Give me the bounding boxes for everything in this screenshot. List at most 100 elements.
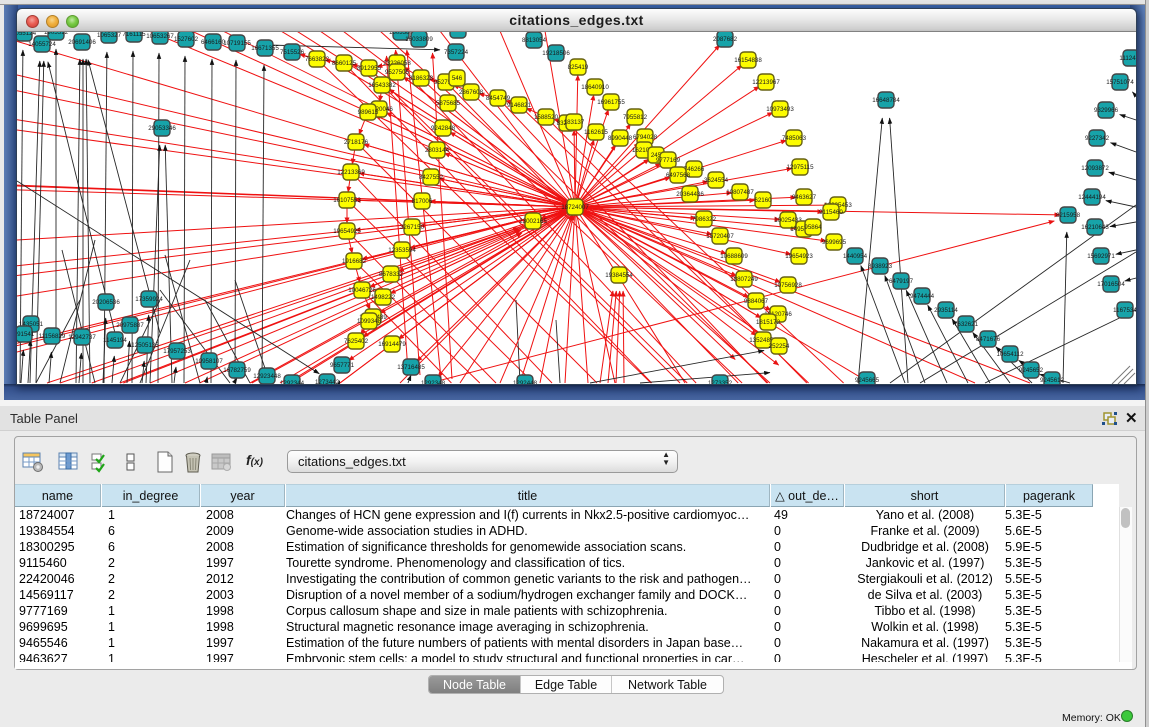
svg-text:12505135: 12505135 — [131, 342, 159, 349]
svg-text:12444194: 12444194 — [1078, 194, 1106, 201]
svg-text:1916682: 1916682 — [342, 258, 367, 265]
svg-text:2935114: 2935114 — [934, 307, 958, 314]
svg-text:2055124: 2055124 — [17, 32, 37, 37]
svg-text:16961755: 16961755 — [597, 99, 625, 106]
svg-text:12923448: 12923448 — [253, 373, 281, 380]
svg-text:8660125: 8660125 — [332, 60, 357, 67]
svg-text:1099348: 1099348 — [357, 318, 382, 325]
svg-text:9463627: 9463627 — [792, 194, 817, 201]
svg-text:8938923: 8938923 — [868, 263, 893, 270]
svg-text:16154838: 16154838 — [734, 57, 762, 64]
svg-text:16543382: 16543382 — [368, 82, 396, 89]
svg-text:9242848: 9242848 — [431, 125, 456, 132]
svg-text:546: 546 — [452, 75, 463, 82]
svg-text:17016504: 17016504 — [1097, 281, 1125, 288]
svg-text:18640910: 18640910 — [581, 84, 609, 91]
svg-text:20691406: 20691406 — [68, 39, 96, 46]
svg-text:2087682: 2087682 — [713, 36, 738, 43]
svg-text:16782759: 16782759 — [223, 367, 251, 374]
svg-text:9329966: 9329966 — [1094, 107, 1119, 114]
svg-text:9474444: 9474444 — [910, 293, 935, 300]
svg-text:11156829: 11156829 — [39, 333, 66, 340]
svg-text:6497568: 6497568 — [666, 172, 691, 179]
svg-text:16914479: 16914479 — [378, 341, 406, 348]
svg-text:1035809: 1035809 — [446, 32, 471, 34]
svg-text:10958107: 10958107 — [195, 358, 223, 365]
svg-text:7515526: 7515526 — [280, 49, 305, 56]
svg-text:1112484: 1112484 — [1119, 55, 1136, 62]
svg-text:62160: 62160 — [754, 197, 772, 204]
svg-text:7161115: 7161115 — [122, 32, 146, 38]
svg-text:1273352: 1273352 — [708, 380, 733, 384]
svg-text:8454749: 8454749 — [486, 95, 511, 102]
svg-text:29053346: 29053346 — [148, 125, 176, 132]
svg-text:12213967: 12213967 — [752, 79, 780, 86]
svg-text:9245612: 9245612 — [1040, 377, 1065, 384]
svg-text:95864: 95864 — [804, 224, 822, 231]
svg-text:9115460: 9115460 — [819, 209, 843, 216]
svg-text:3267150: 3267150 — [400, 224, 425, 231]
svg-text:989615: 989615 — [358, 109, 379, 116]
svg-text:12353594: 12353594 — [388, 247, 416, 254]
svg-text:8471676: 8471676 — [976, 336, 1001, 343]
svg-text:8990448: 8990448 — [608, 135, 633, 142]
svg-text:8427552: 8427552 — [419, 174, 444, 181]
svg-text:1292348: 1292348 — [421, 380, 446, 384]
svg-text:1065327: 1065327 — [97, 32, 122, 39]
svg-text:9245665: 9245665 — [855, 377, 880, 384]
svg-text:7485063: 7485063 — [782, 135, 807, 142]
svg-text:6466160: 6466160 — [201, 39, 226, 46]
svg-text:15692971: 15692971 — [1087, 253, 1115, 260]
svg-text:9146821: 9146821 — [507, 102, 532, 109]
svg-text:23002165: 23002165 — [519, 218, 547, 225]
svg-text:7357224: 7357224 — [444, 49, 469, 56]
svg-text:10756928: 10756928 — [774, 282, 802, 289]
svg-text:7663822: 7663822 — [305, 56, 330, 63]
svg-text:16033809: 16033809 — [405, 36, 433, 43]
svg-text:1273442: 1273442 — [315, 379, 340, 384]
svg-text:183137: 183137 — [564, 119, 585, 126]
svg-text:1815172: 1815172 — [756, 319, 781, 326]
svg-text:7955812: 7955812 — [623, 114, 648, 121]
svg-text:19218506: 19218506 — [542, 50, 570, 57]
svg-text:9245652: 9245652 — [1019, 367, 1044, 374]
svg-text:10046726: 10046726 — [348, 287, 376, 294]
svg-text:1167534: 1167534 — [1113, 307, 1136, 314]
svg-text:5875685: 5875685 — [436, 100, 461, 107]
svg-text:1292344: 1292344 — [280, 380, 305, 384]
svg-text:7625402: 7625402 — [344, 338, 369, 345]
svg-text:8678332: 8678332 — [379, 271, 404, 278]
svg-text:9884067: 9884067 — [744, 298, 769, 305]
svg-text:7986322: 7986322 — [692, 216, 717, 223]
svg-text:13716485: 13716485 — [397, 364, 425, 371]
svg-text:7632621: 7632621 — [954, 321, 979, 328]
svg-text:10719155: 10719155 — [223, 40, 251, 47]
svg-text:817006: 817006 — [412, 198, 433, 205]
svg-text:16648784: 16648784 — [872, 97, 900, 104]
svg-text:12093872: 12093872 — [1081, 165, 1109, 172]
svg-text:8186328: 8186328 — [409, 75, 434, 82]
svg-text:825419: 825419 — [568, 64, 589, 71]
svg-text:6794028: 6794028 — [633, 134, 658, 141]
svg-text:15751074: 15751074 — [1106, 79, 1134, 86]
svg-text:1440954: 1440954 — [843, 253, 868, 260]
svg-text:10973493: 10973493 — [766, 106, 794, 113]
svg-text:252254: 252254 — [769, 343, 790, 350]
svg-text:6479197: 6479197 — [889, 278, 914, 285]
svg-text:2718176: 2718176 — [344, 139, 369, 146]
svg-text:19654923: 19654923 — [785, 253, 813, 260]
svg-text:20206536: 20206536 — [92, 299, 120, 306]
svg-text:10807487: 10807487 — [726, 189, 754, 196]
svg-text:9527505: 9527505 — [385, 69, 410, 76]
svg-text:19384554: 19384554 — [605, 272, 633, 279]
svg-text:2803144: 2803144 — [425, 147, 450, 154]
svg-text:2867608: 2867608 — [459, 89, 484, 96]
svg-text:12975115: 12975115 — [786, 164, 814, 171]
svg-text:10654112: 10654112 — [996, 351, 1024, 358]
svg-text:18724007: 18724007 — [561, 204, 589, 211]
svg-text:10653267: 10653267 — [146, 33, 174, 40]
svg-text:16210643: 16210643 — [1081, 224, 1109, 231]
svg-text:16671355: 16671355 — [251, 45, 279, 52]
svg-text:1905512: 1905512 — [44, 32, 69, 36]
svg-text:16107553: 16107553 — [333, 197, 361, 204]
